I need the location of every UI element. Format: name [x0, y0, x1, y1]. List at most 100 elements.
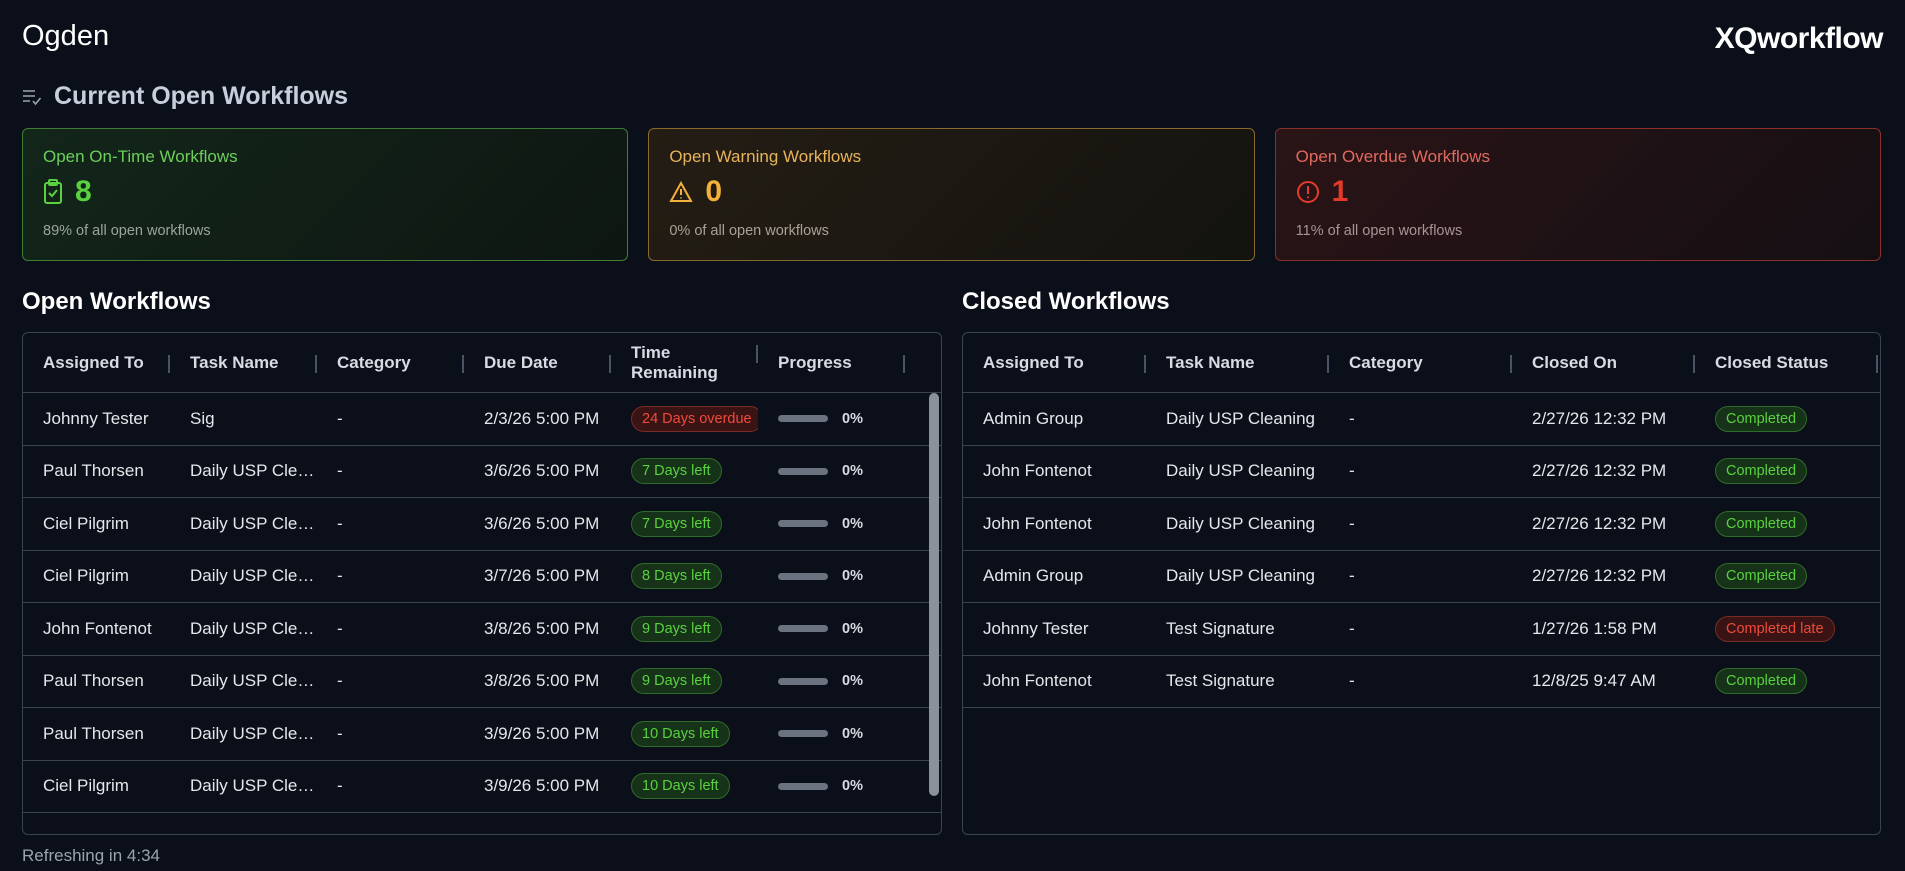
task-cell: Test Signature [1166, 671, 1275, 691]
assigned-cell: John Fontenot [983, 513, 1092, 533]
xq-workflow-logo: XQworkflow [1714, 22, 1884, 55]
task-cell: Daily USP Cleaning [190, 723, 317, 743]
status-badge: Completed [1715, 405, 1808, 432]
overdue-card[interactable]: Open Overdue Workflows 1 11% of all open… [1274, 128, 1881, 261]
table-row[interactable]: Admin Group Daily USP Cleaning - 2/27/26 12… [963, 551, 1880, 603]
list-check-icon [23, 89, 42, 105]
category-cell: - [337, 566, 343, 586]
status-cell: Completed [1695, 405, 1878, 432]
time-remaining-cell: 10 Days left [611, 720, 758, 747]
table-row[interactable]: Admin Group Daily USP Cleaning - 2/27/26 12… [963, 393, 1880, 446]
column-header[interactable]: Task Name [170, 353, 317, 373]
progress-value: 0% [842, 410, 863, 427]
task-cell: Daily USP Cleaning [1166, 408, 1315, 428]
column-header[interactable]: Assigned To [963, 353, 1146, 373]
task-cell: Daily USP Cleaning [190, 671, 317, 691]
table-row[interactable]: Paul Thorsen Daily USP Cleaning- 3/9/26 5:… [23, 708, 941, 761]
task-cell: Daily USP Cleaning [190, 461, 317, 481]
task-cell: Daily USP Cleaning [1166, 566, 1315, 586]
alert-circle-icon [1296, 181, 1319, 203]
card-subtitle: 11% of all open workflows [1295, 223, 1463, 239]
scrollbar[interactable] [929, 393, 939, 796]
progress-bar [778, 730, 828, 738]
open-workflows-title: Open Workflows [22, 288, 211, 315]
time-remaining-cell: 7 Days left [611, 510, 758, 537]
open-workflows-table: Assigned To Task Name Category Due Date Time… [22, 332, 942, 835]
category-cell: - [337, 618, 343, 638]
assigned-cell: Ciel Pilgrim [43, 566, 129, 586]
column-header[interactable]: Category [317, 353, 464, 373]
progress-value: 0% [842, 515, 863, 532]
status-badge: Completed [1715, 510, 1808, 537]
status-cell: Completed [1695, 458, 1878, 485]
column-header[interactable]: Closed On [1512, 353, 1695, 373]
assigned-cell: John Fontenot [43, 618, 152, 638]
table-row[interactable]: Johnny Tester Test Signature - 1/27/26 1:58… [963, 603, 1880, 656]
status-cell: Completed [1695, 563, 1878, 590]
assigned-cell: Paul Thorsen [43, 723, 144, 743]
warning-card[interactable]: Open Warning Workflows 0 0% of all open … [648, 128, 1255, 261]
time-remaining-badge: 7 Days left [631, 458, 722, 485]
time-remaining-badge: 24 Days overdue [631, 405, 758, 432]
section-title: Current Open Workflows [54, 82, 349, 110]
table-row[interactable]: John Fontenot Daily USP Cleaning - 2/27/26 … [963, 498, 1880, 551]
table-row[interactable]: Johnny Tester Sig - 2/3/26 5:00 PM 24 Days o… [23, 393, 941, 446]
time-remaining-badge: 10 Days left [631, 773, 730, 800]
column-header[interactable]: Due Date [464, 353, 611, 373]
table-row[interactable]: John Fontenot Test Signature - 12/8/25 9:47… [963, 656, 1880, 708]
site-name: Ogden [22, 20, 110, 52]
table-row[interactable]: John Fontenot Daily USP Cleaning - 2/27/26 … [963, 446, 1880, 498]
table-row[interactable]: Paul Thorsen Daily USP Cleaning- 3/6/26 5:… [23, 446, 941, 498]
progress-bar [778, 415, 828, 423]
status-badge: Completed [1715, 458, 1808, 485]
time-remaining-badge: 7 Days left [631, 510, 722, 537]
task-cell: Daily USP Cleaning [190, 776, 317, 796]
on-time-card[interactable]: Open On-Time Workflows 8 89% of all open… [22, 128, 629, 261]
category-cell: - [1349, 618, 1355, 638]
category-cell: - [1349, 566, 1355, 586]
time-remaining-cell: 7 Days left [611, 458, 758, 485]
progress-cell: 0% [758, 778, 905, 794]
column-header[interactable]: Time Remaining [611, 343, 758, 383]
progress-value: 0% [842, 463, 863, 480]
refresh-countdown: Refreshing in 4:34 [22, 846, 160, 865]
assigned-cell: Admin Group [983, 408, 1084, 428]
time-remaining-cell: 9 Days left [611, 615, 758, 642]
category-cell: - [337, 513, 343, 533]
status-badge: Completed late [1715, 615, 1835, 642]
progress-bar [778, 677, 828, 685]
column-header[interactable]: Assigned To [23, 353, 170, 373]
closed-cell: 2/27/26 12:32 PM [1532, 408, 1667, 428]
category-cell: - [337, 461, 343, 481]
table-row[interactable]: Ciel Pilgrim Daily USP Cleaning- 3/9/26 5:… [23, 761, 941, 813]
category-cell: - [337, 723, 343, 743]
column-header[interactable]: Progress [758, 353, 905, 373]
time-remaining-badge: 8 Days left [631, 563, 722, 590]
time-remaining-cell: 9 Days left [611, 668, 758, 695]
status-cell: Completed [1695, 668, 1878, 695]
table-row[interactable]: Ciel Pilgrim Daily USP Cleaning- 3/6/26 5:… [23, 498, 941, 551]
column-header[interactable]: Category [1329, 353, 1512, 373]
table-header: Assigned To Task Name Category Closed On Clo… [963, 333, 1880, 393]
table-row[interactable]: Ciel Pilgrim Daily USP Cleaning- 3/7/26 5:… [23, 551, 941, 603]
progress-value: 0% [842, 778, 863, 795]
table-row[interactable]: John Fontenot Daily USP Cleaning- 3/8/26 5… [23, 603, 941, 656]
progress-cell: 0% [758, 568, 905, 584]
assigned-cell: Johnny Tester [43, 408, 149, 428]
task-cell: Daily USP Cleaning [190, 618, 317, 638]
warning-triangle-icon [669, 181, 694, 202]
closed-cell: 2/27/26 12:32 PM [1532, 566, 1667, 586]
due-cell: 3/7/26 5:00 PM [484, 566, 600, 586]
assigned-cell: Ciel Pilgrim [43, 513, 129, 533]
category-cell: - [1349, 408, 1355, 428]
status-cell: Completed [1695, 510, 1878, 537]
progress-value: 0% [842, 673, 863, 690]
column-header[interactable]: Closed Status [1695, 353, 1878, 373]
card-subtitle: 0% of all open workflows [669, 223, 829, 239]
assigned-cell: Paul Thorsen [43, 461, 144, 481]
column-header[interactable]: Task Name [1146, 353, 1329, 373]
table-row[interactable]: Paul Thorsen Daily USP Cleaning- 3/8/26 5:… [23, 656, 941, 708]
progress-value: 0% [842, 725, 863, 742]
category-cell: - [337, 776, 343, 796]
category-cell: - [1349, 461, 1355, 481]
